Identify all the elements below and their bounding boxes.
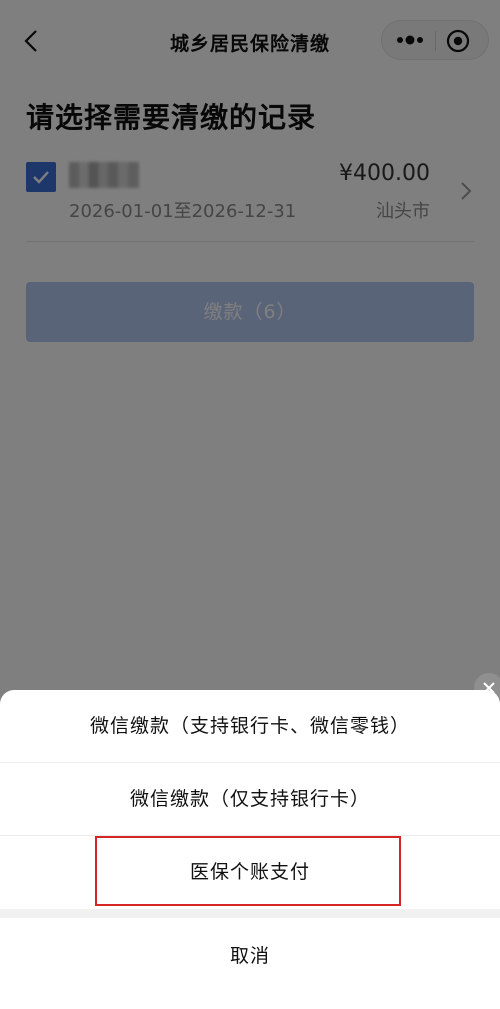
sheet-divider <box>0 909 500 918</box>
wechat-pay-bankcard-option[interactable]: 微信缴款（仅支持银行卡） <box>0 763 500 836</box>
wechat-pay-all-option[interactable]: 微信缴款（支持银行卡、微信零钱） <box>0 690 500 763</box>
cancel-button[interactable]: 取消 <box>0 918 500 994</box>
annotation-highlight-box <box>95 836 401 906</box>
